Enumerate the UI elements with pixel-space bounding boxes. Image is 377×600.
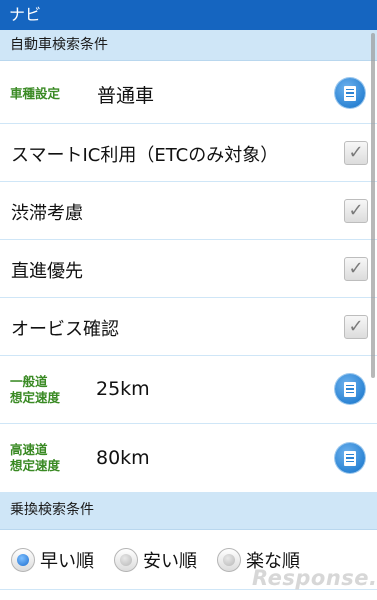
smart-ic-label: スマートIC利用（ETCのみ対象） bbox=[11, 145, 279, 166]
straight-priority-label: 直進優先 bbox=[11, 261, 83, 282]
radio-unselected-icon bbox=[217, 548, 241, 572]
vehicle-type-list-button[interactable] bbox=[335, 78, 365, 108]
app-title: ナビ bbox=[9, 5, 42, 24]
orbis-check-row[interactable]: オービス確認 ✓ bbox=[0, 298, 377, 356]
list-icon bbox=[344, 381, 356, 397]
vehicle-type-row[interactable]: 車種設定 普通車 bbox=[0, 62, 377, 124]
radio-cheapest-label: 安い順 bbox=[143, 551, 197, 572]
radio-selected-icon bbox=[11, 548, 35, 572]
transfer-search-section-title: 乗換検索条件 bbox=[10, 502, 94, 518]
traffic-jam-checkbox[interactable]: ✓ bbox=[344, 199, 368, 223]
transfer-search-section-header: 乗換検索条件 bbox=[0, 493, 377, 530]
radio-unselected-icon bbox=[114, 548, 138, 572]
general-road-speed-row[interactable]: 一般道 想定速度 25km bbox=[0, 356, 377, 424]
radio-fastest[interactable]: 早い順 bbox=[11, 547, 94, 573]
straight-priority-checkbox[interactable]: ✓ bbox=[344, 257, 368, 281]
traffic-jam-label: 渋滞考慮 bbox=[11, 203, 83, 224]
general-road-speed-label: 一般道 想定速度 bbox=[10, 374, 60, 406]
highway-speed-label-line2: 想定速度 bbox=[10, 458, 61, 473]
straight-priority-row[interactable]: 直進優先 ✓ bbox=[0, 240, 377, 298]
highway-speed-label: 高速道 想定速度 bbox=[10, 442, 60, 474]
car-search-section-header: 自動車検索条件 bbox=[0, 30, 377, 61]
vehicle-type-label: 車種設定 bbox=[10, 86, 61, 101]
traffic-jam-row[interactable]: 渋滞考慮 ✓ bbox=[0, 182, 377, 240]
checkmark-icon: ✓ bbox=[348, 142, 364, 163]
highway-speed-label-line1: 高速道 bbox=[10, 442, 48, 457]
watermark-logo: Response. bbox=[252, 566, 377, 590]
car-search-section-title: 自動車検索条件 bbox=[10, 37, 108, 53]
smart-ic-checkbox[interactable]: ✓ bbox=[344, 141, 368, 165]
scrollbar[interactable] bbox=[371, 33, 375, 378]
list-icon bbox=[344, 450, 356, 466]
vehicle-type-value: 普通車 bbox=[97, 85, 155, 107]
radio-cheapest[interactable]: 安い順 bbox=[114, 547, 197, 573]
checkmark-icon: ✓ bbox=[348, 200, 364, 221]
app-title-bar: ナビ bbox=[0, 0, 377, 30]
list-icon bbox=[344, 85, 356, 101]
radio-fastest-label: 早い順 bbox=[40, 551, 94, 572]
smart-ic-row[interactable]: スマートIC利用（ETCのみ対象） ✓ bbox=[0, 124, 377, 182]
general-road-speed-label-line1: 一般道 bbox=[10, 374, 48, 389]
orbis-check-checkbox[interactable]: ✓ bbox=[344, 315, 368, 339]
highway-speed-list-button[interactable] bbox=[335, 443, 365, 473]
highway-speed-value: 80km bbox=[96, 447, 150, 469]
general-road-speed-list-button[interactable] bbox=[335, 374, 365, 404]
checkmark-icon: ✓ bbox=[348, 316, 364, 337]
highway-speed-row[interactable]: 高速道 想定速度 80km bbox=[0, 424, 377, 493]
general-road-speed-value: 25km bbox=[96, 378, 150, 400]
orbis-check-label: オービス確認 bbox=[11, 319, 119, 340]
checkmark-icon: ✓ bbox=[348, 258, 364, 279]
general-road-speed-label-line2: 想定速度 bbox=[10, 390, 61, 405]
